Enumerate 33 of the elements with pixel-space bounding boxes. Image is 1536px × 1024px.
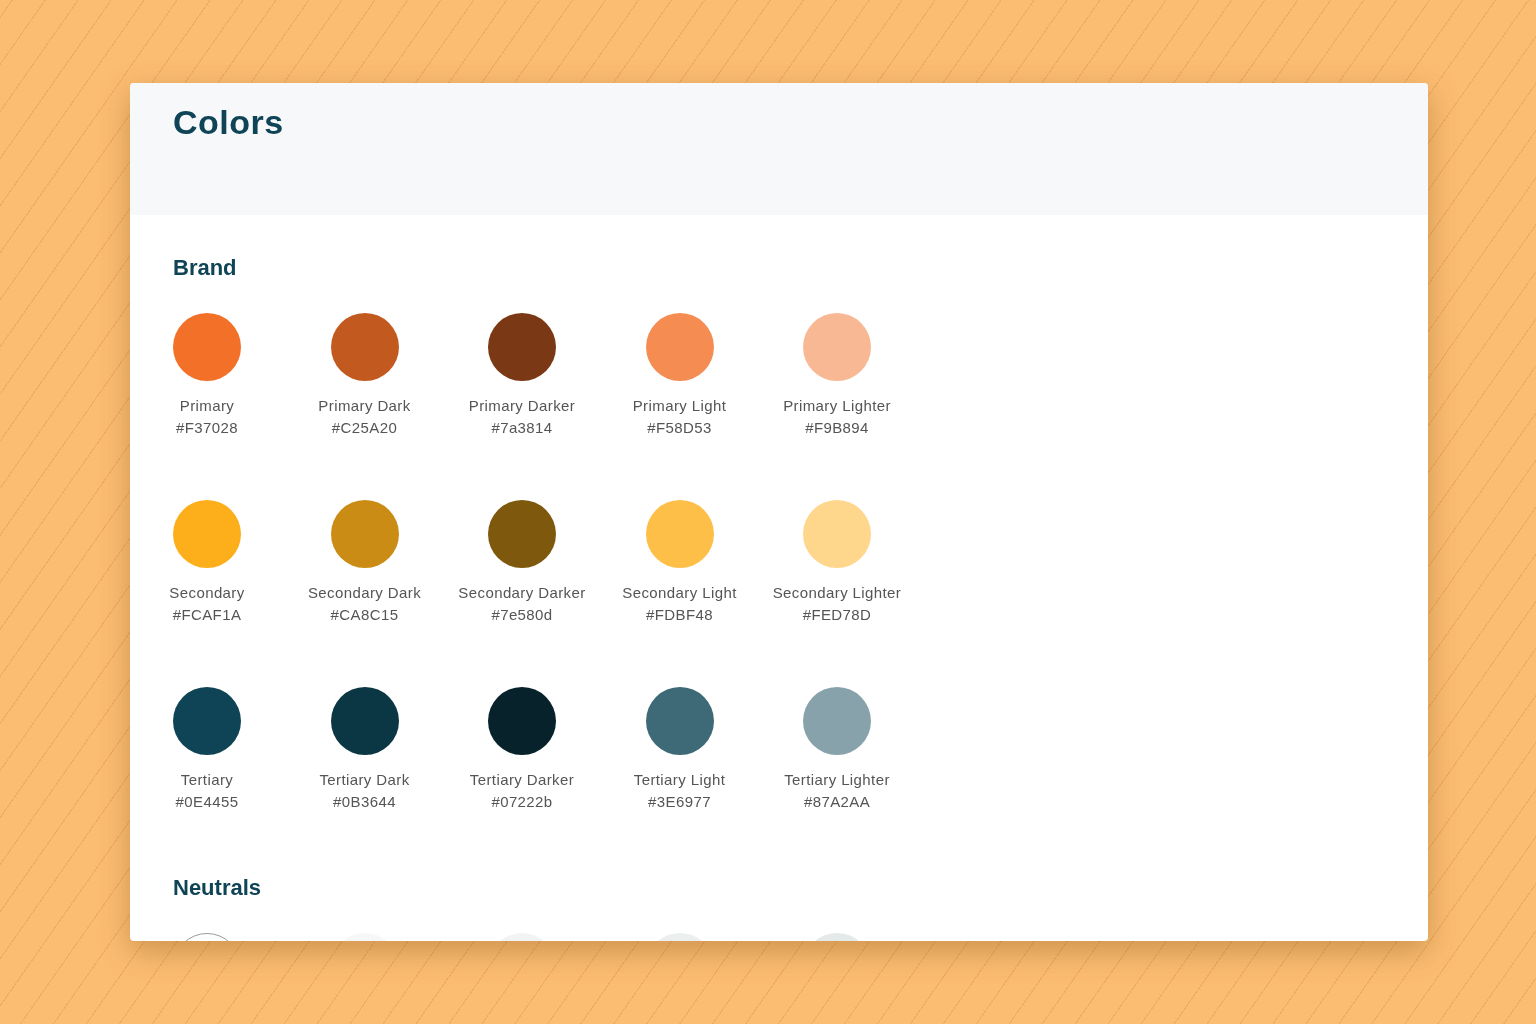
color-name: Secondary Dark — [307, 583, 422, 603]
color-name: Secondary Darker — [458, 583, 586, 603]
color-name: Secondary Lighter — [772, 583, 902, 603]
color-name: Tertiary Lighter — [784, 770, 890, 790]
color-hex: #07222b — [491, 792, 553, 812]
color-hex: #FDBF48 — [646, 605, 713, 625]
color-hex: #87A2AA — [803, 792, 871, 812]
color-hex: #0B3644 — [333, 792, 396, 812]
color-name: Primary Lighter — [783, 396, 891, 416]
color-name: Secondary — [169, 583, 245, 603]
color-hex: #C25A20 — [331, 418, 398, 438]
color-hex: #7a3814 — [491, 418, 553, 438]
color-name: Primary Darker — [468, 396, 576, 416]
color-hex: #F37028 — [176, 418, 238, 438]
color-name: Tertiary Darker — [469, 770, 575, 790]
color-name: Primary — [179, 396, 235, 416]
color-hex: #7e580d — [491, 605, 553, 625]
color-hex: #3E6977 — [648, 792, 711, 812]
color-hex: #F58D53 — [647, 418, 712, 438]
color-hex: #FED78D — [802, 605, 872, 625]
color-hex: #0E4455 — [175, 792, 239, 812]
color-name: Primary Dark — [318, 396, 411, 416]
color-name: Secondary Light — [622, 583, 737, 603]
color-hex: #FCAF1A — [172, 605, 242, 625]
section-heading: Neutrals — [173, 875, 263, 901]
color-hex: #CA8C15 — [330, 605, 399, 625]
color-name: Tertiary Light — [633, 770, 726, 790]
color-name: Primary Light — [632, 396, 727, 416]
color-hex: #F9B894 — [805, 418, 869, 438]
color-name: Tertiary Dark — [319, 770, 410, 790]
page-title: Colors — [173, 103, 285, 142]
section-heading: Brand — [173, 255, 238, 281]
color-name: Tertiary — [180, 770, 234, 790]
